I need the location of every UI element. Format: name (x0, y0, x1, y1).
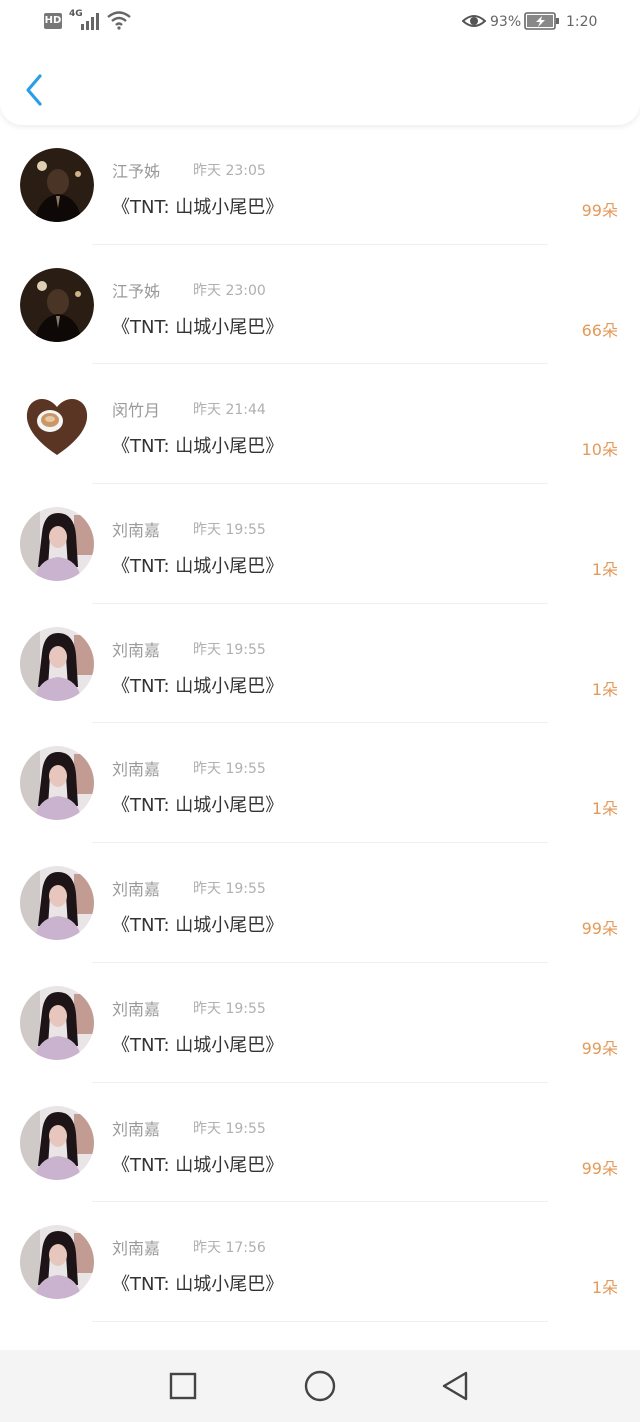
gift-time: 昨天 19:55 (193, 641, 266, 658)
gift-time: 昨天 23:05 (193, 163, 266, 179)
flower-count: 1朵 (591, 1278, 618, 1298)
sender-name: 刘南嘉 (112, 640, 161, 660)
sender-name: 江予姊 (112, 281, 161, 301)
sender-name: 江予姊 (112, 162, 161, 181)
avatar[interactable] (20, 1225, 94, 1300)
square-icon[interactable] (165, 1368, 201, 1404)
gift-time: 昨天 19:55 (193, 522, 266, 539)
clock: 1:20 (566, 14, 598, 30)
gift-record-item[interactable]: 刘南嘉 昨天 19:55 《TNT: 山城小尾巴》 99朵 (0, 1083, 640, 1203)
avatar[interactable] (20, 387, 94, 462)
gift-time: 昨天 19:55 (193, 761, 266, 778)
book-title: 《TNT: 山城小尾巴》 (112, 197, 284, 218)
gift-record-item[interactable]: 江予姊 昨天 23:00 《TNT: 山城小尾巴》 66朵 (0, 245, 640, 365)
avatar[interactable] (20, 985, 94, 1060)
avatar[interactable] (20, 267, 94, 342)
gift-record-item[interactable]: 刘南嘉 昨天 19:55 《TNT: 山城小尾巴》 1朵 (0, 604, 640, 724)
system-nav-bar (0, 1350, 640, 1422)
chevron-left-icon[interactable] (20, 70, 50, 110)
divider (92, 1320, 548, 1322)
circle-icon[interactable] (302, 1368, 338, 1404)
avatar[interactable] (20, 866, 94, 941)
avatar[interactable] (20, 148, 94, 222)
sender-name: 刘南嘉 (112, 1119, 161, 1139)
flower-count: 66朵 (581, 320, 618, 340)
sender-name: 刘南嘉 (112, 999, 161, 1019)
book-title: 《TNT: 山城小尾巴》 (112, 556, 284, 578)
gift-record-item[interactable]: 刘南嘉 昨天 17:56 《TNT: 山城小尾巴》 1朵 (0, 1202, 640, 1322)
sender-name: 刘南嘉 (112, 521, 161, 541)
header-bar: HD 4G 93% 1:20 (0, 0, 640, 125)
gift-time: 昨天 19:55 (193, 1120, 266, 1137)
book-title: 《TNT: 山城小尾巴》 (112, 1034, 284, 1056)
sender-name: 刘南嘉 (112, 760, 161, 780)
hd-badge: HD (44, 13, 62, 29)
gift-time: 昨天 19:55 (193, 1000, 266, 1017)
book-title: 《TNT: 山城小尾巴》 (112, 795, 284, 817)
flower-count: 99朵 (581, 201, 618, 220)
gift-record-item[interactable]: 刘南嘉 昨天 19:55 《TNT: 山城小尾巴》 99朵 (0, 963, 640, 1083)
avatar[interactable] (20, 626, 94, 701)
gift-time: 昨天 21:44 (193, 402, 266, 419)
gift-time: 昨天 17:56 (193, 1240, 266, 1257)
gift-record-item[interactable]: 刘南嘉 昨天 19:55 《TNT: 山城小尾巴》 1朵 (0, 723, 640, 844)
gift-record-list: 江予姊 昨天 23:05 《TNT: 山城小尾巴》 99朵 江予姊 昨天 23:00 《TN… (0, 125, 640, 1350)
flower-count: 10朵 (581, 440, 618, 460)
gift-record-item[interactable]: 闵竹月 昨天 21:44 《TNT: 山城小尾巴》 10朵 (0, 364, 640, 485)
book-title: 《TNT: 山城小尾巴》 (112, 436, 284, 458)
status-bar: HD 4G 93% 1:20 (0, 0, 640, 44)
avatar[interactable] (20, 746, 94, 821)
flower-count: 99朵 (581, 1158, 618, 1178)
avatar[interactable] (20, 1105, 94, 1180)
sender-name: 刘南嘉 (112, 1239, 161, 1259)
eye-comfort-icon (462, 15, 486, 27)
flower-count: 99朵 (581, 1038, 618, 1058)
battery-charging-icon (524, 12, 559, 30)
gift-record-item[interactable]: 刘南嘉 昨天 19:55 《TNT: 山城小尾巴》 99朵 (0, 843, 640, 963)
triangle-back-icon[interactable] (438, 1368, 474, 1404)
flower-count: 1朵 (591, 679, 618, 699)
battery-percent: 93% (490, 14, 522, 30)
gift-time: 昨天 23:00 (193, 282, 266, 299)
gift-time: 昨天 19:55 (193, 881, 266, 898)
flower-count: 1朵 (591, 560, 618, 580)
book-title: 《TNT: 山城小尾巴》 (112, 316, 284, 338)
book-title: 《TNT: 山城小尾巴》 (112, 1154, 284, 1176)
flower-count: 1朵 (591, 799, 618, 819)
avatar[interactable] (20, 507, 94, 582)
gift-record-item[interactable]: 刘南嘉 昨天 19:55 《TNT: 山城小尾巴》 1朵 (0, 484, 640, 604)
book-title: 《TNT: 山城小尾巴》 (112, 1274, 284, 1296)
book-title: 《TNT: 山城小尾巴》 (112, 675, 284, 697)
wifi-icon (107, 11, 131, 30)
book-title: 《TNT: 山城小尾巴》 (112, 915, 284, 937)
flower-count: 99朵 (581, 919, 618, 939)
sender-name: 闵竹月 (112, 401, 161, 421)
signal-icon (81, 13, 99, 30)
gift-record-item[interactable]: 江予姊 昨天 23:05 《TNT: 山城小尾巴》 99朵 (0, 125, 640, 245)
sender-name: 刘南嘉 (112, 880, 161, 900)
